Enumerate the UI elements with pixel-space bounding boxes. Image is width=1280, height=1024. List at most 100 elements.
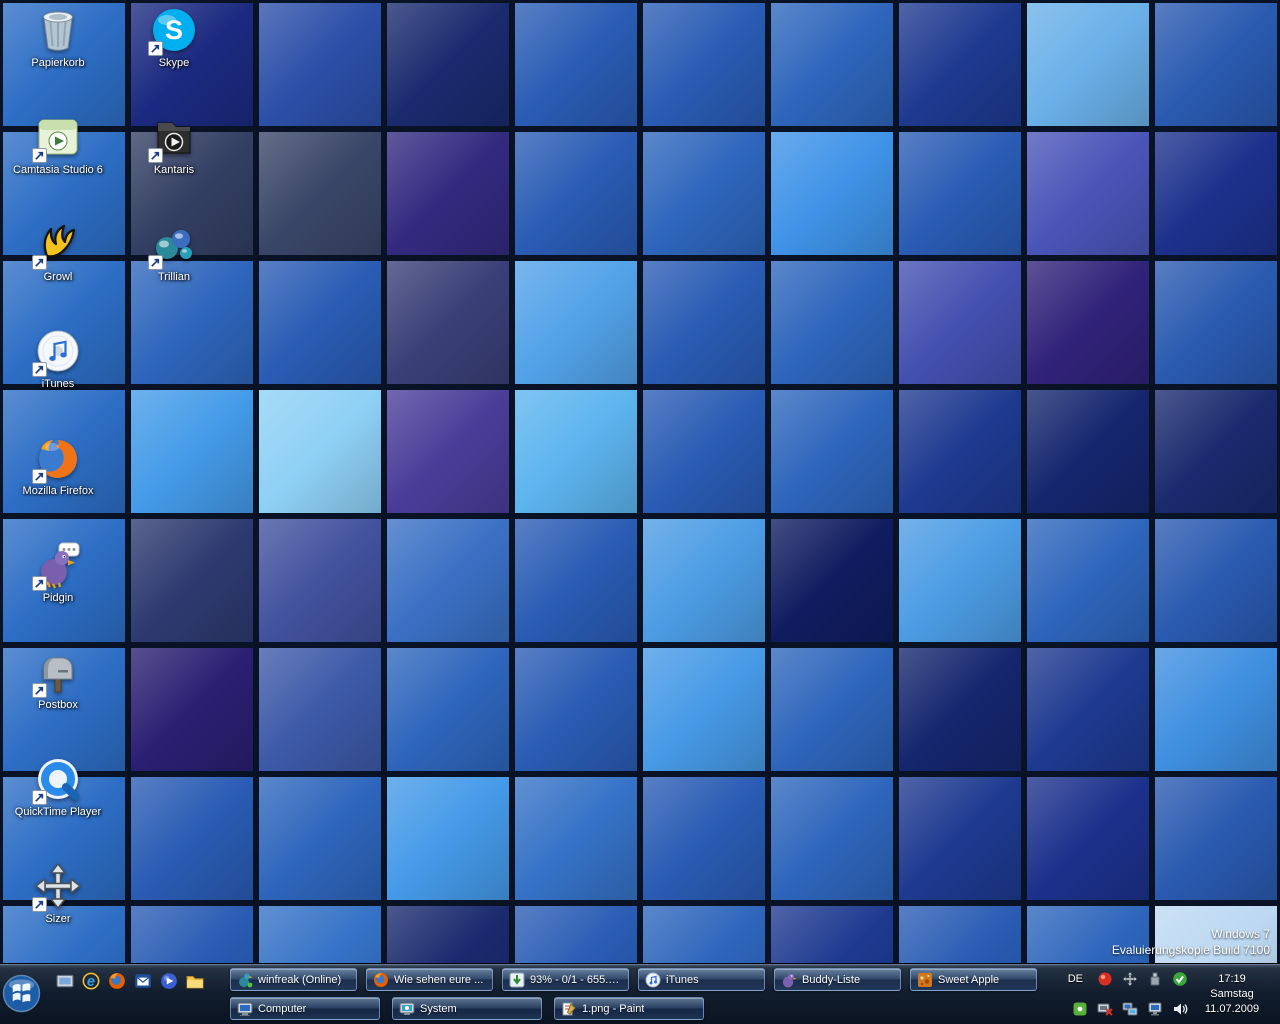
shortcut-arrow-badge	[32, 255, 47, 270]
desktop-icon-pidgin[interactable]: Pidgin	[8, 541, 108, 605]
shortcut-arrow-badge	[32, 148, 47, 163]
taskbar-button-sweet-apple[interactable]: Sweet Apple	[910, 968, 1037, 991]
desktop-icon-papierkorb[interactable]: Papierkorb	[8, 6, 108, 70]
internet-explorer-quicklaunch-icon[interactable]: e	[82, 972, 100, 990]
desktop-icon-label: Pidgin	[8, 592, 108, 605]
computer-icon	[237, 1001, 253, 1017]
shortcut-arrow-badge	[32, 683, 47, 698]
trillian-contact-icon	[237, 972, 253, 988]
kantaris-icon	[150, 113, 198, 161]
usb-device-tray-icon[interactable]	[1147, 971, 1163, 987]
desktop: Papierkorb S Skype Camtasia Studio 6 Kantari…	[0, 0, 1280, 1024]
desktop-icon-postbox[interactable]: Postbox	[8, 648, 108, 712]
taskbar: e winfreak (Online) Wie sehen eure ... 93%…	[0, 963, 1280, 1024]
update-green-tray-icon[interactable]	[1172, 971, 1188, 987]
taskbar-button-label: Computer	[258, 1003, 306, 1015]
sizer-tray-tray-icon[interactable]	[1122, 971, 1138, 987]
taskbar-button-label: System	[420, 1003, 457, 1015]
growl-tray-tray-icon[interactable]	[1072, 1001, 1088, 1017]
firefox-small-icon	[373, 972, 389, 988]
desktop-icon-label: Kantaris	[124, 164, 224, 177]
desktop-icon-mozilla-firefox[interactable]: Mozilla Firefox	[8, 434, 108, 498]
no-signal-tray-icon[interactable]	[1097, 1001, 1113, 1017]
taskbar-button-label: Wie sehen eure ...	[394, 974, 483, 986]
album-icon	[917, 972, 933, 988]
shortcut-arrow-badge	[148, 255, 163, 270]
desktop-icon-label: Camtasia Studio 6	[8, 164, 108, 177]
desktop-icon-kantaris[interactable]: Kantaris	[124, 113, 224, 177]
desktop-icon-label: Growl	[8, 271, 108, 284]
taskbar-button-itunes[interactable]: iTunes	[638, 968, 765, 991]
clock-time: 17:19	[1218, 972, 1246, 987]
shortcut-arrow-badge	[32, 362, 47, 377]
taskbar-button-label: 1.png - Paint	[582, 1003, 644, 1015]
network-tray-icon[interactable]	[1147, 1001, 1163, 1017]
sizer-icon	[34, 862, 82, 910]
taskbar-button-system[interactable]: System	[392, 997, 542, 1020]
start-button[interactable]	[2, 974, 41, 1013]
clock-date: 11.07.2009	[1205, 1002, 1259, 1017]
svg-text:e: e	[87, 974, 95, 990]
tray-row1: DE	[1063, 968, 1188, 990]
desktop-icon-label: Trillian	[124, 271, 224, 284]
media-player-quicklaunch-icon[interactable]	[160, 972, 178, 990]
taskbar-button-label: Sweet Apple	[938, 974, 999, 986]
taskbar-button-label: 93% - 0/1 - 655.3...	[530, 974, 622, 986]
shortcut-arrow-badge	[148, 148, 163, 163]
firefox-quicklaunch-icon[interactable]	[108, 972, 126, 990]
taskbar-button-label: iTunes	[666, 974, 699, 986]
taskbar-button-label: winfreak (Online)	[258, 974, 341, 986]
windows-logo-icon	[2, 1000, 41, 1017]
show-desktop-quicklaunch-icon[interactable]	[56, 972, 74, 990]
desktop-icon-quicktime-player[interactable]: QuickTime Player	[8, 755, 108, 819]
desktop-icon-label: QuickTime Player	[8, 806, 108, 819]
taskbar-button-computer[interactable]: Computer	[230, 997, 380, 1020]
taskbar-button-wie-sehen-eure[interactable]: Wie sehen eure ...	[366, 968, 493, 991]
skype-icon: S	[150, 6, 198, 54]
winver-line2: Evaluierungskopie Build 7100	[1112, 942, 1270, 958]
download-icon	[509, 972, 525, 988]
shortcut-arrow-badge	[32, 790, 47, 805]
desktop-icon-label: Skype	[124, 57, 224, 70]
taskbar-button-buddy-liste[interactable]: Buddy-Liste	[774, 968, 901, 991]
growl-icon	[34, 220, 82, 268]
volume-tray-icon[interactable]	[1172, 1001, 1188, 1017]
firefox-icon	[34, 434, 82, 482]
taskbar-button-label: Buddy-Liste	[802, 974, 860, 986]
pidgin-icon	[34, 541, 82, 589]
language-indicator[interactable]: DE	[1063, 972, 1088, 986]
desktop-icon-label: Papierkorb	[8, 57, 108, 70]
itunes-small-icon	[645, 972, 661, 988]
system-icon	[399, 1001, 415, 1017]
desktop-icon-itunes[interactable]: iTunes	[8, 327, 108, 391]
svg-text:S: S	[165, 15, 183, 45]
pidgin-small-icon	[781, 972, 797, 988]
clock[interactable]: 17:19 Samstag 11.07.2009	[1188, 964, 1276, 1024]
desktop-icons: Papierkorb S Skype Camtasia Studio 6 Kantari…	[0, 0, 1280, 1024]
quick-launch: e	[56, 970, 204, 992]
windows-version-watermark: Windows 7 Evaluierungskopie Build 7100	[1112, 926, 1270, 958]
system-tray: DE 17:19 Samstag 11.07.2009	[1063, 964, 1280, 1024]
mail-quicklaunch-icon[interactable]	[134, 972, 152, 990]
tray-row2	[1063, 998, 1188, 1020]
windows-explorer-quicklaunch-icon[interactable]	[186, 972, 204, 990]
desktop-icon-growl[interactable]: Growl	[8, 220, 108, 284]
performance-tray-icon[interactable]	[1122, 1001, 1138, 1017]
desktop-icon-camtasia-studio-6[interactable]: Camtasia Studio 6	[8, 113, 108, 177]
taskbar-button-93-0-1-655-3[interactable]: 93% - 0/1 - 655.3...	[502, 968, 629, 991]
taskbar-buttons-row2: Computer System 1.png - Paint	[230, 997, 704, 1020]
red-app-tray-icon[interactable]	[1097, 971, 1113, 987]
shortcut-arrow-badge	[32, 576, 47, 591]
desktop-icon-sizer[interactable]: Sizer	[8, 862, 108, 926]
desktop-icon-trillian[interactable]: Trillian	[124, 220, 224, 284]
camtasia-icon	[34, 113, 82, 161]
postbox-icon	[34, 648, 82, 696]
taskbar-button-winfreak-online[interactable]: winfreak (Online)	[230, 968, 357, 991]
winver-line1: Windows 7	[1112, 926, 1270, 942]
taskbar-button-1-png-paint[interactable]: 1.png - Paint	[554, 997, 704, 1020]
shortcut-arrow-badge	[148, 41, 163, 56]
quicktime-icon	[34, 755, 82, 803]
paint-icon	[561, 1001, 577, 1017]
desktop-icon-skype[interactable]: S Skype	[124, 6, 224, 70]
itunes-icon	[34, 327, 82, 375]
